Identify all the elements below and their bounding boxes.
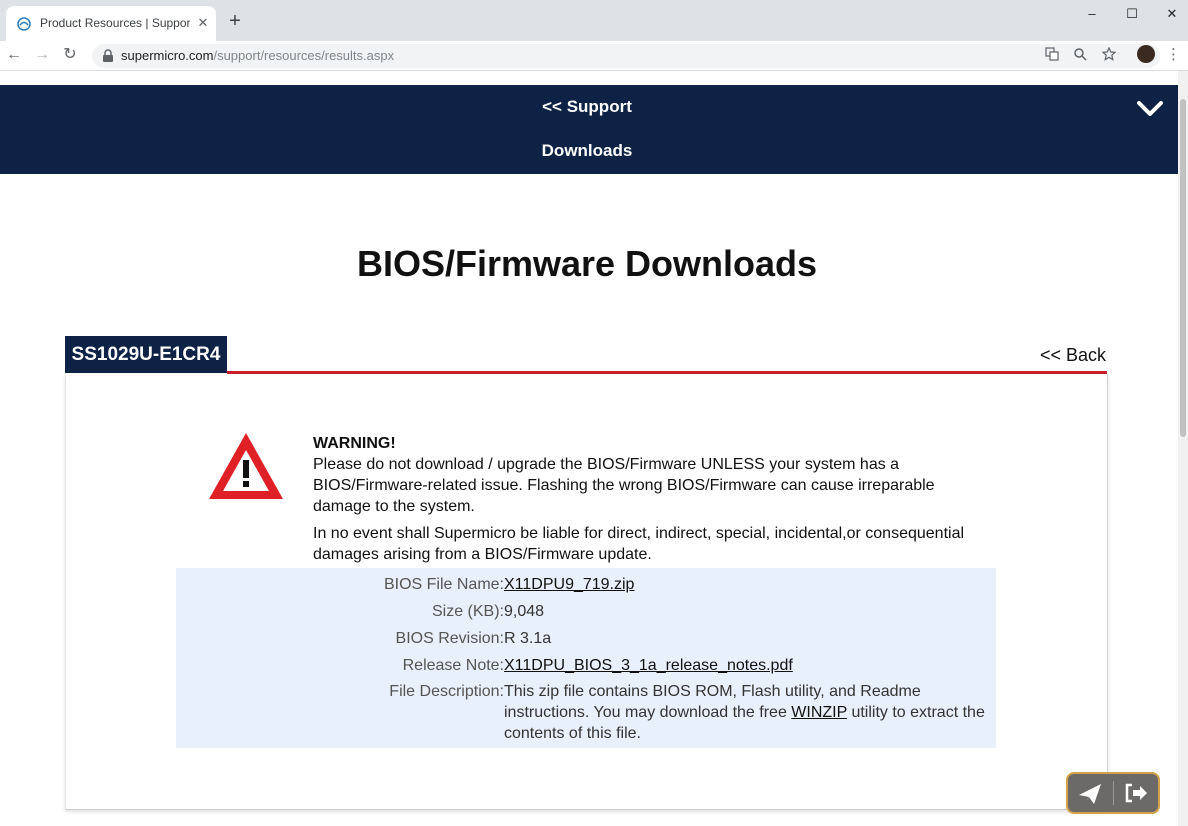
- back-link[interactable]: << Back: [1040, 345, 1106, 366]
- release-note-link[interactable]: X11DPU_BIOS_3_1a_release_notes.pdf: [504, 657, 793, 674]
- address-bar[interactable]: supermicro.com/support/resources/results…: [92, 44, 1160, 68]
- browser-tab[interactable]: Product Resources | Support - Su ✕: [6, 6, 216, 41]
- browser-toolbar: ← → ↻ supermicro.com/support/resources/r…: [0, 41, 1188, 71]
- reload-icon[interactable]: ↻: [60, 45, 80, 65]
- page-title: BIOS/Firmware Downloads: [356, 243, 818, 284]
- bios-details-panel: BIOS File Name: X11DPU9_719.zip Size (KB…: [176, 568, 996, 748]
- warning-triangle-icon: [209, 433, 283, 499]
- profile-avatar[interactable]: [1137, 45, 1155, 63]
- revision-value: R 3.1a: [504, 630, 552, 647]
- close-window-icon[interactable]: ✕: [1158, 4, 1186, 24]
- support-nav-link[interactable]: << Support: [0, 97, 1174, 117]
- winzip-link[interactable]: WINZIP: [791, 704, 847, 721]
- scrollbar-thumb[interactable]: [1180, 99, 1186, 437]
- forward-arrow-icon[interactable]: →: [32, 45, 52, 65]
- model-tab: SS1029U-E1CR4: [65, 336, 227, 373]
- minimize-icon[interactable]: –: [1078, 4, 1106, 24]
- tab-close-icon[interactable]: ✕: [195, 15, 211, 31]
- download-card: WARNING! Please do not download / upgrad…: [65, 374, 1108, 810]
- zoom-icon[interactable]: [1071, 47, 1089, 65]
- exit-icon[interactable]: [1114, 774, 1159, 812]
- url-host: supermicro.com: [121, 48, 214, 63]
- description-value: This zip file contains BIOS ROM, Flash u…: [504, 681, 994, 744]
- warning-paragraph-2: In no event shall Supermicro be liable f…: [313, 525, 965, 563]
- maximize-icon[interactable]: ☐: [1118, 4, 1146, 24]
- new-tab-button[interactable]: +: [226, 11, 244, 31]
- bios-file-link[interactable]: X11DPU9_719.zip: [504, 576, 634, 593]
- page-scrollbar[interactable]: [1178, 71, 1188, 826]
- chevron-down-icon[interactable]: [1136, 98, 1164, 120]
- back-arrow-icon[interactable]: ←: [4, 45, 24, 65]
- translate-icon[interactable]: [1043, 47, 1061, 65]
- downloads-nav-label[interactable]: Downloads: [0, 141, 1174, 161]
- supermicro-favicon-icon: [17, 17, 31, 31]
- browser-tab-bar: Product Resources | Support - Su ✕ + – ☐…: [0, 0, 1188, 41]
- star-bookmark-icon[interactable]: [1100, 46, 1118, 65]
- size-value: 9,048: [504, 603, 545, 620]
- size-label: Size (KB):: [431, 603, 504, 620]
- revision-label: BIOS Revision:: [395, 630, 504, 647]
- url-path: /support/resources/results.aspx: [213, 48, 395, 63]
- lock-icon: [103, 49, 113, 62]
- warning-paragraph-1: Please do not download / upgrade the BIO…: [313, 456, 935, 515]
- file-name-label: BIOS File Name:: [383, 576, 504, 593]
- url-text: supermicro.com/support/resources/results…: [121, 48, 394, 63]
- warning-text: WARNING! Please do not download / upgrad…: [313, 433, 993, 565]
- send-icon[interactable]: [1068, 774, 1113, 812]
- page-content: << Support Downloads BIOS/Firmware Downl…: [0, 71, 1178, 826]
- browser-menu-icon[interactable]: ⋮: [1166, 45, 1181, 65]
- floating-action-buttons: [1066, 772, 1160, 814]
- release-note-label: Release Note:: [402, 657, 504, 674]
- site-nav-band: << Support Downloads: [0, 85, 1178, 174]
- description-label: File Description:: [389, 683, 504, 700]
- tab-title: Product Resources | Support - Su: [40, 16, 190, 30]
- warning-title: WARNING!: [313, 435, 396, 452]
